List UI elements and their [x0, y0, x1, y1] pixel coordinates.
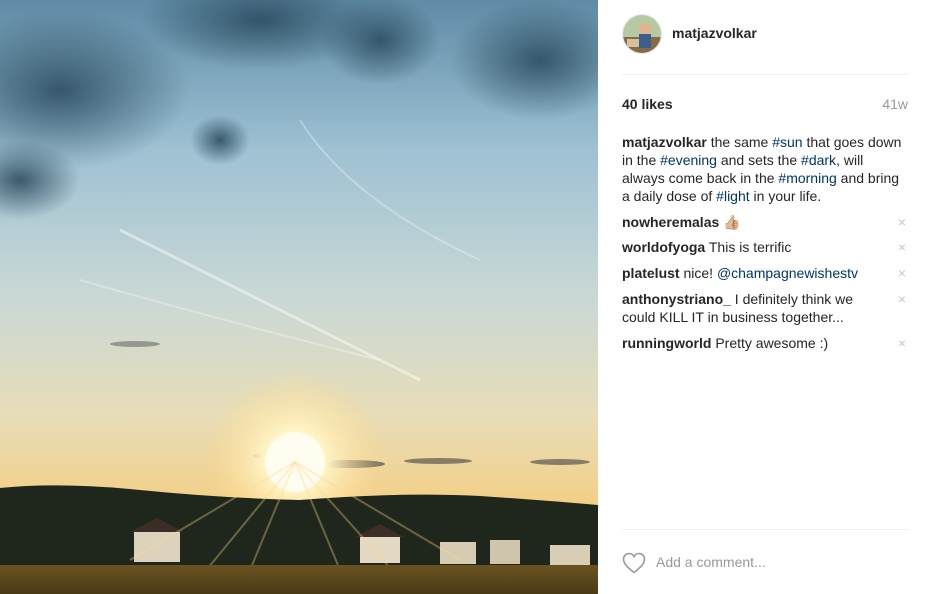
post-header: matjazvolkar [622, 14, 908, 75]
comment-footer [622, 529, 908, 589]
comment-text: This is terrific [705, 239, 792, 255]
delete-comment-icon[interactable]: × [898, 240, 906, 254]
like-count[interactable]: 40 likes [622, 96, 673, 112]
comment-username[interactable]: worldofyoga [622, 239, 705, 255]
sunset-sky-image [0, 0, 598, 594]
likes-row: 40 likes 41w [622, 95, 908, 113]
comment-item: anthonystriano_ I definitely think we co… [622, 290, 908, 326]
comment-item: runningworld Pretty awesome :) × [622, 334, 908, 352]
comment-mention[interactable]: @champagnewishestv [717, 265, 858, 281]
delete-comment-icon[interactable]: × [898, 266, 906, 280]
hashtag-light[interactable]: #light [716, 188, 749, 204]
delete-comment-icon[interactable]: × [898, 215, 906, 229]
comment-text: Pretty awesome :) [711, 335, 829, 351]
post-timestamp[interactable]: 41w [882, 96, 908, 112]
hashtag-sun[interactable]: #sun [772, 134, 802, 150]
delete-comment-icon[interactable]: × [898, 292, 906, 306]
comment-item: nowheremalas 👍🏼 × [622, 213, 908, 231]
heart-outline-icon[interactable] [622, 552, 646, 574]
comment-text: 👍🏼 [719, 214, 741, 230]
delete-comment-icon[interactable]: × [898, 336, 906, 350]
comment-text: nice! [679, 265, 717, 281]
post-username[interactable]: matjazvolkar [672, 25, 757, 41]
caption-username[interactable]: matjazvolkar [622, 134, 707, 150]
hashtag-dark[interactable]: #dark [801, 152, 836, 168]
hashtag-morning[interactable]: #morning [778, 170, 836, 186]
comment-item: platelust nice! @champagnewishestv × [622, 264, 908, 282]
post-caption: matjazvolkar the same #sun that goes dow… [622, 133, 908, 205]
comment-item: worldofyoga This is terrific × [622, 238, 908, 256]
post-photo[interactable] [0, 0, 598, 594]
hashtag-evening[interactable]: #evening [660, 152, 717, 168]
caption-seg-10: in your life. [749, 188, 822, 204]
post-details-panel: matjazvolkar 40 likes 41w matjazvolkar t… [598, 0, 929, 594]
comment-username[interactable]: platelust [622, 265, 680, 281]
caption-seg-4: and sets the [716, 152, 802, 168]
comment-username[interactable]: anthonystriano_ [622, 291, 731, 307]
caption-seg-0: the same [706, 134, 773, 150]
comment-username[interactable]: nowheremalas [622, 214, 719, 230]
avatar[interactable] [622, 14, 662, 54]
comment-username[interactable]: runningworld [622, 335, 711, 351]
add-comment-input[interactable] [656, 554, 896, 570]
